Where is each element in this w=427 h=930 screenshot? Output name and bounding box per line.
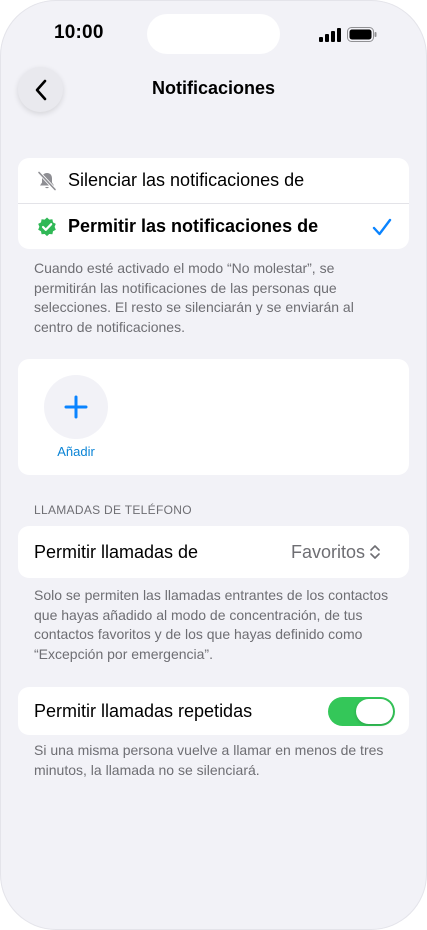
verified-badge-icon [38, 217, 56, 237]
status-time: 10:00 [54, 22, 104, 43]
repeated-calls-label: Permitir llamadas repetidas [34, 701, 253, 721]
up-down-chevron-icon [370, 545, 380, 559]
checkmark-icon [372, 218, 392, 236]
allow-calls-label: Permitir llamadas de [34, 542, 199, 562]
add-person-label[interactable]: Añadir [44, 444, 108, 459]
allow-calls-row[interactable]: Permitir llamadas de Favoritos [18, 526, 409, 578]
option-allow-label: Permitir las notificaciones de [68, 216, 319, 236]
cellular-signal-icon [319, 28, 341, 42]
repeated-calls-row: Permitir llamadas repetidas [18, 687, 409, 735]
dynamic-island [147, 14, 280, 54]
battery-icon [347, 27, 377, 42]
option-silence-label: Silenciar las notificaciones de [68, 170, 305, 190]
calls-footnote: Solo se permiten las llamadas entrantes … [34, 587, 389, 662]
repeated-calls-toggle[interactable] [328, 697, 395, 726]
repeated-calls-footnote: Si una misma persona vuelve a llamar en … [34, 742, 384, 778]
plus-icon [64, 395, 88, 419]
option-silence[interactable]: Silenciar las notificaciones de [18, 158, 409, 203]
calls-section-header: LLAMADAS DE TELÉFONO [34, 503, 192, 517]
add-person-button[interactable] [44, 375, 108, 439]
notification-mode-group: Silenciar las notificaciones de Permitir… [18, 158, 409, 249]
people-card: Añadir [18, 359, 409, 475]
bell-slash-icon [37, 171, 57, 191]
toggle-knob [356, 699, 393, 724]
allow-calls-value[interactable]: Favoritos [291, 542, 365, 563]
option-allow[interactable]: Permitir las notificaciones de [18, 203, 409, 249]
phone-screen: 10:00 Notificaciones Silenciar las notif… [0, 0, 427, 930]
status-bar: 10:00 [0, 0, 427, 70]
page-title: Notificaciones [151, 78, 276, 98]
notification-mode-footnote: Cuando esté activado el modo “No molesta… [34, 260, 354, 335]
